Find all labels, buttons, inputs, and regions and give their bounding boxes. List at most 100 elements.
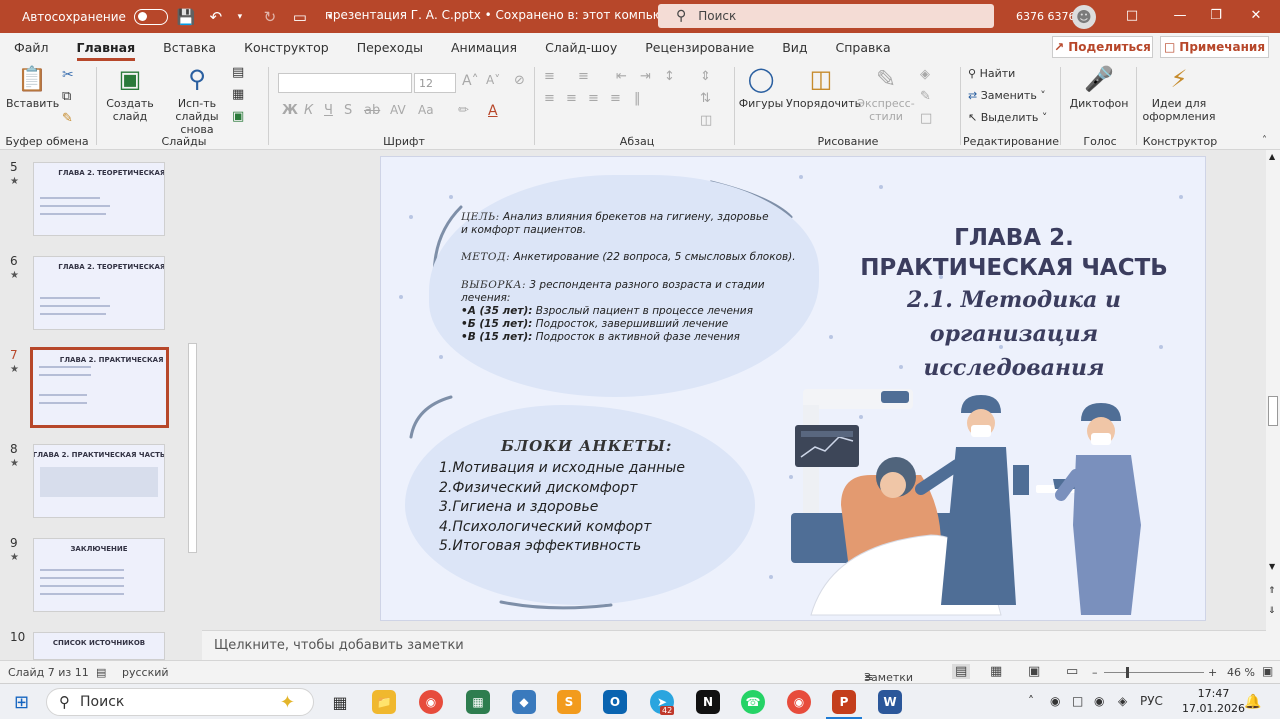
reset-icon[interactable]: ▦ [232,87,244,102]
shapes-button[interactable]: ◯ Фигуры [738,65,784,110]
goal-paragraph[interactable]: ЦЕЛЬ: Анализ влияния брекетов на гигиену… [461,211,777,237]
thumbnails-scrollbar[interactable] [186,158,198,654]
notes-pane[interactable]: Щелкните, чтобы добавить заметки [202,630,1266,660]
undo-icon[interactable]: ↶ [204,5,228,29]
notifications-icon[interactable]: 🔔 [1244,694,1261,710]
save-icon[interactable]: 💾 [174,5,198,29]
slide-thumbnail-6[interactable]: ГЛАВА 2. ТЕОРЕТИЧЕСКАЯ ЧАСТЬ [33,256,165,330]
thumbnails-scroll-thumb[interactable] [188,343,197,553]
collapse-ribbon-icon[interactable]: ˄ [1262,135,1267,146]
slide-title[interactable]: ГЛАВА 2. ПРАКТИЧЕСКАЯ ЧАСТЬ 2.1. Методик… [829,223,1199,385]
task-view-icon[interactable]: ▦ [328,690,352,714]
sublime-icon[interactable]: S [557,690,581,714]
whatsapp-icon[interactable]: ☎ [741,690,765,714]
tray-app-icon[interactable]: ◉ [1050,694,1060,708]
italic-icon[interactable]: К [304,103,313,118]
slide-thumbnail-9[interactable]: ЗАКЛЮЧЕНИЕ [33,538,165,612]
char-spacing-icon[interactable]: AV [390,103,406,117]
section-icon[interactable]: ▣ [232,109,244,124]
text-direction-icon[interactable]: ⇕ [700,69,711,84]
tray-app-icon[interactable]: ◈ [1118,694,1127,708]
normal-view-icon[interactable]: ▤ [952,664,971,679]
tab-slideshow[interactable]: Слайд-шоу [545,40,617,55]
zoom-level[interactable]: 46 % [1227,666,1255,679]
arrange-button[interactable]: ◫ Упорядочить [786,65,861,110]
outdent-icon[interactable]: ⇥ [640,69,651,84]
increase-font-icon[interactable]: A˄ [462,73,479,89]
numbering-icon[interactable]: ≡ [578,69,589,84]
user-name[interactable]: 6376 6376 [1016,10,1076,23]
method-paragraph[interactable]: МЕТОД: Анкетирование (22 вопроса, 5 смыс… [461,251,801,264]
zoom-in-icon[interactable]: + [1208,666,1217,679]
editor-scrollbar[interactable]: ▲ ▼ ⇑ ⇓ [1266,150,1280,660]
tab-transitions[interactable]: Переходы [357,40,423,55]
blocks-title[interactable]: БЛОКИ АНКЕТЫ: [501,437,672,455]
line-spacing-icon[interactable]: ↕ [664,69,675,84]
slideshow-view-icon[interactable]: ▭ [1066,664,1078,679]
next-slide-icon[interactable]: ⇓ [1268,606,1276,616]
minimize-icon[interactable]: — [1162,4,1198,28]
scroll-up-icon[interactable]: ▲ [1269,152,1275,161]
align-center-icon[interactable]: ≡ [566,91,577,106]
highlight-icon[interactable]: ✏ [458,103,469,118]
reuse-slides-button[interactable]: ⚲ Исп-ть слайды снова [166,65,228,136]
tab-animations[interactable]: Анимация [451,40,517,55]
previous-slide-icon[interactable]: ⇑ [1268,586,1276,596]
find-button[interactable]: ⚲ Найти [968,67,1015,80]
zoom-slider-thumb[interactable] [1126,667,1129,678]
store-icon[interactable]: ▦ [466,690,490,714]
slide-sorter-icon[interactable]: ▦ [990,664,1002,679]
change-case-icon[interactable]: Aa [418,103,434,117]
editor-scroll-thumb[interactable] [1268,396,1278,426]
powerpoint-icon[interactable]: P [832,690,856,714]
comments-button[interactable]: □ Примечания [1160,36,1269,58]
align-right-icon[interactable]: ≡ [588,91,599,106]
chrome-icon[interactable]: ◉ [419,690,443,714]
user-avatar-icon[interactable]: ☻ [1072,5,1096,29]
notion-icon[interactable]: N [696,690,720,714]
tab-view[interactable]: Вид [782,40,807,55]
shadow-icon[interactable]: S [344,103,352,118]
spellcheck-icon[interactable]: ▤ [96,666,106,679]
justify-icon[interactable]: ≡ [610,91,621,106]
slide-7[interactable]: ЦЕЛЬ: Анализ влияния брекетов на гигиену… [380,156,1206,621]
scroll-down-icon[interactable]: ▼ [1269,562,1275,571]
slide-thumbnail-5[interactable]: ГЛАВА 2. ТЕОРЕТИЧЕСКАЯ ЧАСТЬ [33,162,165,236]
tab-home[interactable]: Главная [76,40,135,61]
outlook-icon[interactable]: O [603,690,627,714]
align-text-icon[interactable]: ⇅ [700,91,711,106]
paste-button[interactable]: 📋 Вставить [6,65,59,110]
undo-dropdown-icon[interactable]: ▾ [228,5,252,29]
underline-icon[interactable]: Ч [324,103,333,118]
format-painter-icon[interactable]: ✎ [62,111,73,126]
shape-fill-icon[interactable]: ◈ [920,67,930,82]
python-icon[interactable]: ◆ [512,690,536,714]
design-ideas-button[interactable]: ⚡ Идеи для оформления [1142,65,1216,123]
zoom-out-icon[interactable]: – [1092,666,1098,679]
system-clock[interactable]: 17:47 17.01.2026 [1182,686,1245,716]
sample-paragraph[interactable]: ВЫБОРКА: 3 респондента разного возраста … [461,279,781,344]
bullets-icon[interactable]: ≡ [544,69,555,84]
font-family-input[interactable] [278,73,412,93]
tab-help[interactable]: Справка [836,40,891,55]
replace-button[interactable]: ⇄ Заменить ˅ [968,89,1046,102]
font-size-input[interactable]: 12 [414,73,456,93]
tab-design[interactable]: Конструктор [244,40,329,55]
slide-thumbnail-8[interactable]: ГЛАВА 2. ПРАКТИЧЕСКАЯ ЧАСТЬ [33,444,165,518]
align-left-icon[interactable]: ≡ [544,91,555,106]
restore-icon[interactable]: ❐ [1198,4,1234,28]
copy-icon[interactable]: ⧉ [62,89,71,104]
smartart-icon[interactable]: ◫ [700,113,712,128]
share-button[interactable]: ↗ Поделиться [1052,36,1153,58]
shape-effects-icon[interactable]: □ [920,111,932,126]
layout-icon[interactable]: ▤ [232,65,244,80]
present-icon[interactable]: ▭ [288,5,312,29]
indent-icon[interactable]: ⇤ [616,69,627,84]
tray-app-icon[interactable]: ◉ [1094,694,1104,708]
dentist-illustration[interactable] [791,385,1181,621]
decrease-font-icon[interactable]: A˅ [486,73,500,87]
blocks-list[interactable]: 1.Мотивация и исходные данные 2.Физическ… [439,459,685,557]
clear-format-icon[interactable]: ⊘ [514,73,525,88]
taskbar-search[interactable]: ⚲ Поиск ✦ [46,688,314,716]
reading-view-icon[interactable]: ▣ [1028,664,1040,679]
